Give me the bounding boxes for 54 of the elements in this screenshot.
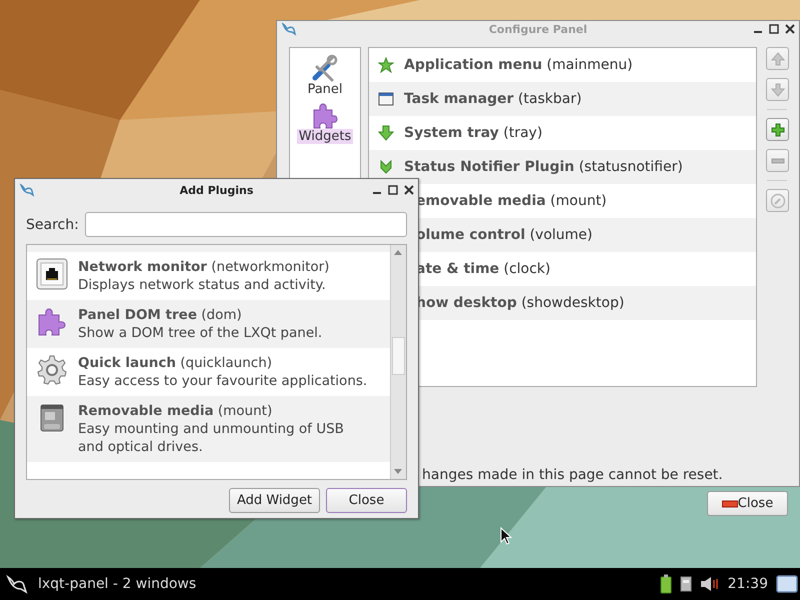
bird-logo-icon[interactable] [6, 573, 28, 595]
down-arrow-icon [378, 125, 394, 141]
puzzle-icon [311, 101, 339, 129]
dialog-button[interactable]: Add Widget [229, 488, 320, 513]
widget-item[interactable]: Application menu (mainmenu) [404, 57, 633, 73]
window-title: Add Plugins [180, 184, 254, 196]
speaker-icon[interactable] [700, 576, 720, 592]
star-icon [378, 57, 394, 73]
bar-icon [722, 500, 738, 508]
desktop-icon[interactable] [776, 575, 798, 593]
dialog-button[interactable]: Close [326, 488, 407, 513]
plugin-description: Easy access to your favourite applications. [78, 372, 368, 390]
close-icon[interactable] [404, 185, 414, 195]
search-label: Search: [26, 216, 79, 232]
close-icon[interactable] [785, 24, 795, 34]
down-arrow-icon [770, 82, 786, 98]
configure-icon [770, 192, 786, 208]
add-button[interactable] [766, 118, 789, 141]
battery-icon[interactable] [660, 574, 672, 594]
plugin-description: Displays network status and activity. [78, 276, 327, 294]
maximize-icon[interactable] [388, 185, 398, 195]
bird-logo-icon [19, 182, 35, 198]
network-port-icon [36, 258, 68, 290]
plugin-description: Easy mounting and unmounting of USB and optical drives. [78, 420, 345, 456]
plugin-name[interactable]: Panel DOM tree (dom) [78, 306, 368, 324]
sidebar-item[interactable]: Panel [303, 53, 347, 98]
clock[interactable]: 21:39 [728, 576, 768, 592]
close-button[interactable]: Close [707, 491, 788, 516]
window-title: Configure Panel [488, 22, 588, 36]
down-arrow-icon [378, 159, 394, 175]
gear-icon [36, 354, 68, 386]
drive-icon[interactable] [680, 576, 692, 592]
plugin-name[interactable]: Network monitor (networkmonitor) [78, 258, 368, 276]
maximize-icon[interactable] [769, 24, 779, 34]
plugin-name[interactable]: Removable media (mount) [78, 402, 368, 420]
scrollbar-thumb[interactable] [392, 337, 405, 375]
puzzle-icon [36, 306, 68, 338]
scroll-down-icon[interactable] [394, 469, 402, 474]
scroll-up-icon[interactable] [394, 250, 402, 255]
window-icon [378, 91, 394, 107]
plus-icon [770, 122, 786, 138]
bird-logo-icon [281, 21, 297, 37]
task-button[interactable]: lxqt-panel - 2 windows [38, 576, 196, 592]
plugin-description: Show a DOM tree of the LXQt panel. [78, 324, 324, 342]
warning-text: hanges made in this page cannot be reset. [422, 467, 723, 483]
mouse-pointer-icon [500, 527, 512, 545]
up-arrow-icon [770, 50, 786, 66]
scrollbar[interactable] [390, 245, 406, 479]
tools-icon [310, 54, 339, 82]
widget-item[interactable]: System tray (tray) [404, 125, 542, 141]
sidebar-item[interactable]: Widgets [294, 100, 356, 145]
widget-item[interactable]: emovable media (mount) [416, 193, 607, 209]
plugin-name[interactable]: Quick launch (quicklaunch) [78, 354, 368, 372]
search-field[interactable] [84, 212, 407, 237]
